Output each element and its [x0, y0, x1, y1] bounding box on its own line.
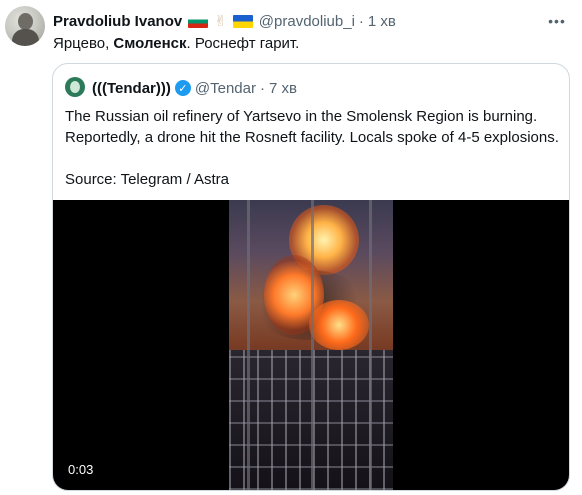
bulgaria-flag-icon [188, 14, 209, 28]
video-frame [229, 200, 393, 490]
tweet-text-part2: . Роснефт гарит. [186, 35, 300, 52]
quoted-text: The Russian oil refinery of Yartsevo in … [65, 106, 565, 190]
video-timestamp: 0:03 [68, 462, 94, 477]
quoted-author-avatar[interactable] [65, 77, 85, 97]
tweet[interactable]: Pravdoliub Ivanov ✌ @pravdoliub_i · 1 хв… [0, 0, 582, 495]
tweet-header: Pravdoliub Ivanov ✌ @pravdoliub_i · 1 хв [53, 11, 396, 31]
quoted-header: (((Tendar))) ✓ @Tendar · 7 хв [92, 78, 297, 98]
quoted-tweet[interactable]: (((Tendar))) ✓ @Tendar · 7 хв The Russia… [52, 63, 570, 491]
author-handle[interactable]: @pravdoliub_i [259, 13, 355, 30]
quoted-author-name: (((Tendar))) [92, 79, 171, 97]
fence-pole [369, 200, 372, 490]
avatar-body [12, 29, 39, 46]
more-options-button[interactable]: ••• [545, 9, 569, 33]
tweet-text-bold: Смоленск [113, 35, 187, 52]
quoted-source: Source: Telegram / Astra [65, 171, 229, 188]
tweet-text: Ярцево, Смоленск. Роснефт гарит. [53, 34, 299, 54]
quoted-text-line-2: Reportedly, a drone hit the Rosneft faci… [65, 129, 559, 146]
tweet-text-part1: Ярцево, [53, 35, 114, 52]
fire-glow-3 [309, 300, 369, 350]
avatar-head [18, 13, 33, 30]
quoted-text-line-1: The Russian oil refinery of Yartsevo in … [65, 108, 538, 125]
fence-pole [311, 200, 314, 490]
ukraine-flag-icon [232, 14, 253, 28]
author-avatar[interactable] [5, 6, 45, 46]
victory-hand-icon: ✌ [214, 13, 227, 30]
more-horizontal-icon: ••• [548, 13, 566, 29]
author-name[interactable]: Pravdoliub Ivanov [53, 13, 182, 30]
video-player[interactable]: 0:03 [53, 200, 569, 490]
verified-badge-icon: ✓ [174, 80, 191, 96]
fence-pole [247, 200, 250, 490]
quoted-separator-dot: · [259, 79, 265, 97]
quoted-time: 7 хв [268, 79, 297, 97]
separator-dot: · [358, 12, 364, 30]
tweet-time[interactable]: 1 хв [368, 13, 396, 30]
quoted-author-handle: @Tendar [194, 79, 256, 97]
